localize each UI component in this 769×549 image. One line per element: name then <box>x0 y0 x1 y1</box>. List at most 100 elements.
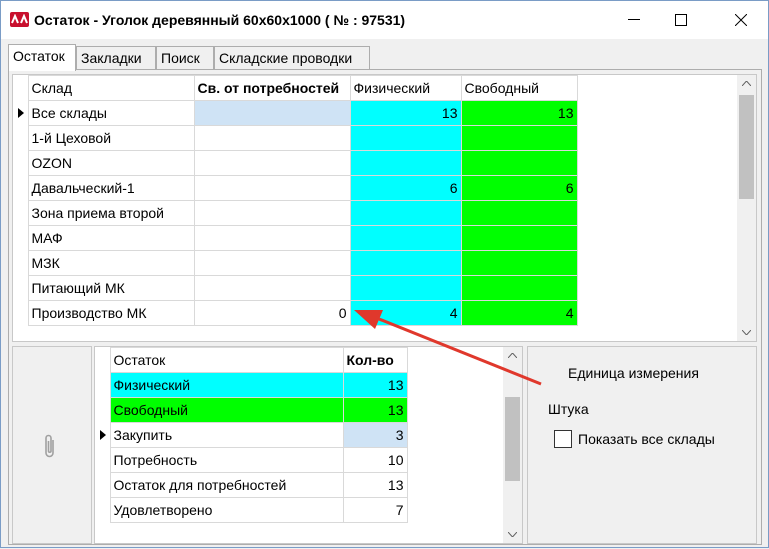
column-header-free-from-needs[interactable]: Св. от потребностей <box>193 75 351 101</box>
close-icon <box>735 14 747 26</box>
cell-label[interactable]: Физический <box>109 372 344 398</box>
show-all-warehouses-checkbox[interactable] <box>554 430 572 448</box>
close-button[interactable] <box>718 1 764 39</box>
table-row[interactable]: Свободный 13 <box>95 397 408 423</box>
stock-summary-grid[interactable]: Остаток Кол-во Физический 13 Свободный 1… <box>94 346 523 544</box>
cell-physical[interactable]: 13 <box>349 100 462 126</box>
column-header-stock[interactable]: Остаток <box>109 347 344 373</box>
tab-stock[interactable]: Остаток <box>8 44 76 71</box>
cell-free[interactable] <box>460 200 578 226</box>
paperclip-icon[interactable] <box>43 433 57 459</box>
unit-caption: Единица измерения <box>568 365 699 381</box>
cell-free[interactable] <box>460 225 578 251</box>
cell-physical[interactable]: 4 <box>349 300 462 326</box>
window-title: Остаток - Уголок деревянный 60x60x1000 (… <box>34 12 406 28</box>
table-row[interactable]: OZON <box>13 150 578 176</box>
table-header-row: Остаток Кол-во <box>95 347 408 373</box>
cell-free[interactable] <box>460 150 578 176</box>
table-row[interactable]: Все склады 13 13 <box>13 100 578 126</box>
maximize-icon <box>675 14 687 26</box>
cell-free-from-needs[interactable] <box>193 100 351 126</box>
attachment-pane[interactable] <box>12 346 92 544</box>
cell-warehouse[interactable]: Зона приема второй <box>27 200 195 226</box>
show-all-warehouses-label[interactable]: Показать все склады <box>578 431 715 447</box>
table-row[interactable]: Зона приема второй <box>13 200 578 226</box>
cell-label[interactable]: Остаток для потребностей <box>109 472 344 498</box>
cell-warehouse[interactable]: Давальческий-1 <box>27 175 195 201</box>
stock-by-warehouse-grid[interactable]: Склад Св. от потребностей Физический Сво… <box>12 74 757 342</box>
cell-free-from-needs[interactable] <box>193 125 351 151</box>
minimize-icon <box>628 19 640 20</box>
cell-free-from-needs[interactable]: 0 <box>193 300 351 326</box>
table-row[interactable]: МЗК <box>13 250 578 276</box>
cell-free[interactable]: 4 <box>460 300 578 326</box>
cell-warehouse[interactable]: Питающий МК <box>27 275 195 301</box>
cell-warehouse[interactable]: OZON <box>27 150 195 176</box>
table-row[interactable]: Давальческий-1 6 6 <box>13 175 578 201</box>
table-row[interactable]: Удовлетворено 7 <box>95 497 408 523</box>
stock-table: Склад Св. от потребностей Физический Сво… <box>13 75 578 326</box>
tab-bookmarks[interactable]: Закладки <box>76 46 156 70</box>
table-row[interactable]: МАФ <box>13 225 578 251</box>
cell-warehouse[interactable]: Производство МК <box>27 300 195 326</box>
tab-warehouse-postings[interactable]: Складские проводки <box>214 46 370 70</box>
table-row[interactable]: Физический 13 <box>95 372 408 398</box>
cell-physical[interactable] <box>349 275 462 301</box>
table-row[interactable]: Производство МК 0 4 4 <box>13 300 578 326</box>
cell-warehouse[interactable]: 1-й Цеховой <box>27 125 195 151</box>
cell-physical[interactable]: 6 <box>349 175 462 201</box>
cell-free-from-needs[interactable] <box>193 175 351 201</box>
cell-qty[interactable]: 7 <box>342 497 408 523</box>
scrollbar-thumb[interactable] <box>739 95 754 199</box>
cell-free-from-needs[interactable] <box>193 225 351 251</box>
cell-qty[interactable]: 10 <box>342 447 408 473</box>
scroll-up-icon[interactable] <box>503 347 522 364</box>
title-bar[interactable]: Остаток - Уголок деревянный 60x60x1000 (… <box>1 1 768 39</box>
cell-label[interactable]: Свободный <box>109 397 344 423</box>
current-row-arrow-icon <box>100 429 106 440</box>
cell-qty[interactable]: 3 <box>342 422 408 448</box>
cell-warehouse[interactable]: МЗК <box>27 250 195 276</box>
cell-free-from-needs[interactable] <box>193 250 351 276</box>
cell-label[interactable]: Закупить <box>109 422 344 448</box>
tab-search[interactable]: Поиск <box>156 46 214 70</box>
table-row[interactable]: 1-й Цеховой <box>13 125 578 151</box>
cell-label[interactable]: Потребность <box>109 447 344 473</box>
column-header-qty[interactable]: Кол-во <box>342 347 408 373</box>
table-row[interactable]: Остаток для потребностей 13 <box>95 472 408 498</box>
cell-free-from-needs[interactable] <box>193 150 351 176</box>
cell-free[interactable] <box>460 125 578 151</box>
column-header-free[interactable]: Свободный <box>460 75 578 101</box>
cell-free[interactable]: 6 <box>460 175 578 201</box>
cell-free[interactable] <box>460 250 578 276</box>
cell-physical[interactable] <box>349 250 462 276</box>
cell-free-from-needs[interactable] <box>193 200 351 226</box>
cell-qty[interactable]: 13 <box>342 397 408 423</box>
table-row[interactable]: Потребность 10 <box>95 447 408 473</box>
stock-grid-scrollbar[interactable] <box>737 75 756 341</box>
maximize-button[interactable] <box>658 1 704 39</box>
cell-physical[interactable] <box>349 125 462 151</box>
cell-qty[interactable]: 13 <box>342 472 408 498</box>
cell-free[interactable]: 13 <box>460 100 578 126</box>
cell-warehouse[interactable]: МАФ <box>27 225 195 251</box>
column-header-physical[interactable]: Физический <box>349 75 462 101</box>
cell-physical[interactable] <box>349 200 462 226</box>
unit-value: Штука <box>548 401 589 417</box>
table-row[interactable]: Закупить 3 <box>95 422 408 448</box>
scroll-down-icon[interactable] <box>503 526 522 543</box>
cell-qty[interactable]: 13 <box>342 372 408 398</box>
table-row[interactable]: Питающий МК <box>13 275 578 301</box>
cell-free[interactable] <box>460 275 578 301</box>
cell-warehouse[interactable]: Все склады <box>27 100 195 126</box>
cell-free-from-needs[interactable] <box>193 275 351 301</box>
cell-physical[interactable] <box>349 225 462 251</box>
scroll-up-icon[interactable] <box>737 75 756 92</box>
column-header-warehouse[interactable]: Склад <box>27 75 195 101</box>
cell-physical[interactable] <box>349 150 462 176</box>
cell-label[interactable]: Удовлетворено <box>109 497 344 523</box>
scrollbar-thumb[interactable] <box>505 397 520 481</box>
minimize-button[interactable] <box>611 1 657 39</box>
summary-grid-scrollbar[interactable] <box>503 347 522 543</box>
scroll-down-icon[interactable] <box>737 324 756 341</box>
